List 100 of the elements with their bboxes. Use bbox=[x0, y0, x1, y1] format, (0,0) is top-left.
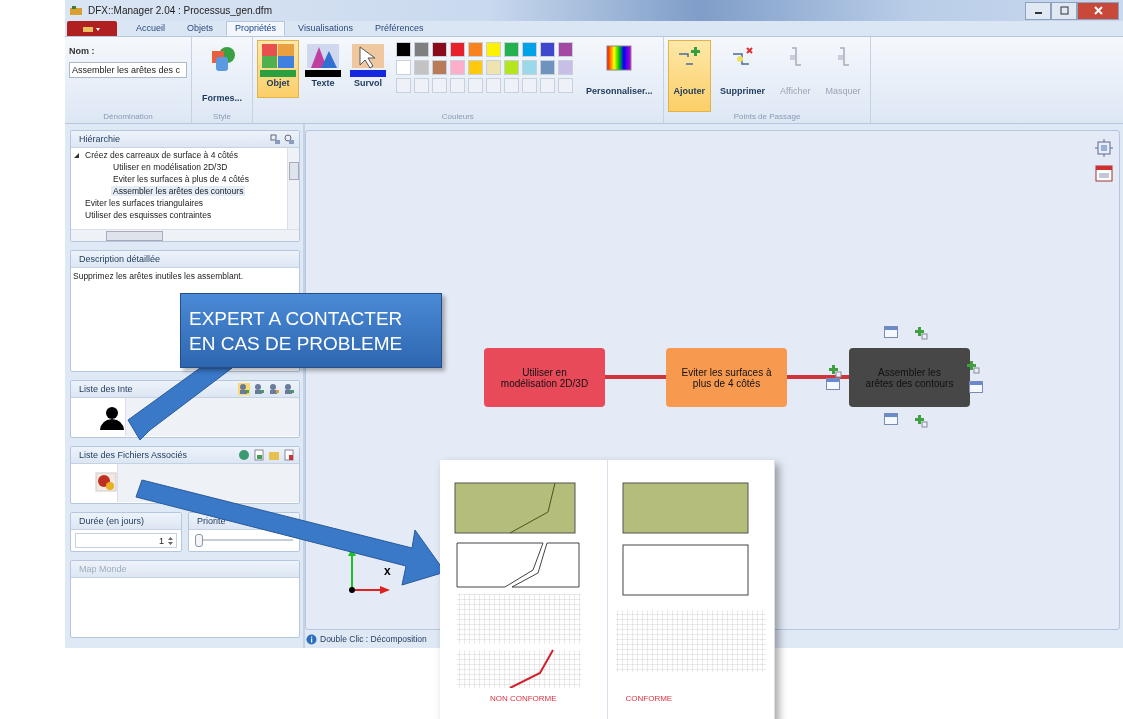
minimize-button[interactable] bbox=[1025, 1, 1051, 20]
description-text: Supprimez les arêtes inutiles les assemblant. bbox=[72, 270, 245, 283]
empty-swatch[interactable] bbox=[522, 78, 537, 93]
empty-swatch[interactable] bbox=[414, 78, 429, 93]
scrollbar[interactable] bbox=[71, 229, 299, 241]
verdict-label: NON CONFORME bbox=[489, 694, 557, 703]
spectrum-icon bbox=[606, 45, 633, 71]
expand-all-icon[interactable] bbox=[270, 133, 281, 145]
group-caption: Points de Passage bbox=[732, 112, 802, 123]
panel-title: Description détaillée bbox=[79, 254, 161, 264]
color-swatch[interactable] bbox=[468, 60, 483, 75]
waypoint-button[interactable]: Supprimer bbox=[714, 40, 772, 112]
color-swatch[interactable] bbox=[486, 42, 501, 57]
palette-icon bbox=[260, 43, 296, 69]
waypoint-button[interactable]: Ajouter bbox=[667, 40, 712, 112]
color-swatch[interactable] bbox=[432, 42, 447, 57]
color-swatch[interactable] bbox=[468, 42, 483, 57]
color-target-button[interactable]: Texte bbox=[302, 40, 344, 98]
document-icon[interactable] bbox=[253, 449, 265, 461]
name-field[interactable]: Assembler les arêtes des c bbox=[69, 62, 187, 78]
color-swatch[interactable] bbox=[396, 60, 411, 75]
color-swatch[interactable] bbox=[504, 60, 519, 75]
color-target-button[interactable]: Objet bbox=[257, 40, 299, 98]
tree-item[interactable]: Eviter les surfaces à plus de 4 côtés bbox=[111, 174, 252, 184]
color-swatch[interactable] bbox=[540, 60, 555, 75]
document-icon[interactable] bbox=[283, 449, 295, 461]
empty-swatch[interactable] bbox=[432, 78, 447, 93]
color-swatch[interactable] bbox=[432, 60, 447, 75]
user-icon[interactable] bbox=[253, 383, 265, 395]
group-caption: Style bbox=[212, 112, 232, 123]
axis-label: x bbox=[384, 564, 391, 578]
process-node[interactable]: Utiliser en modélisation 2D/3D bbox=[484, 348, 605, 407]
color-swatch[interactable] bbox=[540, 42, 555, 57]
info-icon bbox=[306, 633, 317, 645]
empty-swatch[interactable] bbox=[558, 78, 573, 93]
panel-title: Durée (en jours) bbox=[79, 516, 145, 526]
color-swatch[interactable] bbox=[504, 42, 519, 57]
verdict-label: CONFORME bbox=[625, 694, 674, 703]
status-text: Double Clic : Décomposition bbox=[320, 634, 427, 644]
color-swatch[interactable] bbox=[558, 42, 573, 57]
fit-view-icon[interactable] bbox=[1095, 139, 1113, 157]
shapes-button[interactable]: Formes... bbox=[196, 40, 248, 112]
empty-swatch[interactable] bbox=[450, 78, 465, 93]
color-swatch[interactable] bbox=[450, 42, 465, 57]
close-button[interactable] bbox=[1077, 1, 1119, 20]
color-swatch[interactable] bbox=[414, 60, 429, 75]
color-swatch[interactable] bbox=[558, 60, 573, 75]
empty-swatch[interactable] bbox=[486, 78, 501, 93]
process-node[interactable]: Eviter les surfaces à plus de 4 côtés bbox=[666, 348, 787, 407]
spin-arrows-icon[interactable] bbox=[167, 534, 174, 547]
collapse-all-icon[interactable] bbox=[284, 133, 295, 145]
app-icon bbox=[69, 4, 83, 17]
ribbon-tab[interactable]: Accueil bbox=[127, 21, 174, 36]
empty-swatch[interactable] bbox=[396, 78, 411, 93]
connector-line bbox=[605, 375, 666, 379]
expander-icon[interactable] bbox=[73, 151, 80, 159]
waypoint-icon[interactable] bbox=[828, 364, 842, 378]
tree-item[interactable]: Assembler les arêtes des contours bbox=[111, 186, 246, 196]
panel-title: Liste des Fichiers Associés bbox=[79, 450, 188, 460]
duration-spinner[interactable]: 1 bbox=[75, 533, 177, 548]
tree-item[interactable]: Utiliser des esquisses contraintes bbox=[83, 210, 214, 220]
color-swatch[interactable] bbox=[486, 60, 501, 75]
panel-title: Hiérarchie bbox=[79, 134, 120, 144]
calendar-icon[interactable] bbox=[1095, 164, 1113, 182]
user-icon[interactable] bbox=[268, 383, 280, 395]
slider-thumb[interactable] bbox=[195, 534, 203, 547]
ribbon-tab[interactable]: Propriétés bbox=[226, 21, 286, 36]
customize-button[interactable]: Personnaliser... bbox=[580, 40, 659, 112]
color-swatch[interactable] bbox=[450, 60, 465, 75]
window-icon[interactable] bbox=[884, 413, 898, 425]
connector-line bbox=[787, 375, 849, 379]
ribbon-tab[interactable]: Objets bbox=[178, 21, 223, 36]
waypoint-icon[interactable] bbox=[966, 360, 980, 374]
window-title: DFX::Manager 2.04 : Processus_gen.dfm bbox=[88, 5, 272, 16]
ribbon-tab[interactable]: Préférences bbox=[365, 21, 433, 36]
app-menu-button[interactable] bbox=[67, 21, 117, 36]
scrollbar[interactable] bbox=[287, 148, 299, 229]
tree-item[interactable]: Créez des carreaux de surface à 4 côtés bbox=[83, 150, 241, 160]
color-target-button[interactable]: Survol bbox=[347, 40, 389, 98]
empty-swatch[interactable] bbox=[468, 78, 483, 93]
window-icon[interactable] bbox=[884, 326, 898, 338]
tree-item[interactable]: Utiliser en modélisation 2D/3D bbox=[111, 162, 230, 172]
empty-swatch[interactable] bbox=[540, 78, 555, 93]
window-icon[interactable] bbox=[826, 378, 840, 390]
panel-title: Map Monde bbox=[79, 564, 127, 574]
empty-swatch[interactable] bbox=[504, 78, 519, 93]
window-icon[interactable] bbox=[969, 381, 983, 393]
person-icon[interactable] bbox=[99, 406, 125, 430]
color-swatch[interactable] bbox=[522, 60, 537, 75]
file-icon[interactable] bbox=[95, 472, 117, 492]
globe-icon[interactable] bbox=[238, 449, 250, 461]
user-icon[interactable] bbox=[238, 383, 250, 395]
color-swatch[interactable] bbox=[522, 42, 537, 57]
ribbon-tab[interactable]: Visualisations bbox=[289, 21, 362, 36]
color-swatch[interactable] bbox=[414, 42, 429, 57]
panel-title: Liste des Inte bbox=[79, 384, 133, 394]
tree-item[interactable]: Eviter les surfaces triangulaires bbox=[83, 198, 206, 208]
color-swatch[interactable] bbox=[396, 42, 411, 57]
user-icon[interactable] bbox=[283, 383, 295, 395]
group-caption: Couleurs bbox=[440, 112, 475, 123]
